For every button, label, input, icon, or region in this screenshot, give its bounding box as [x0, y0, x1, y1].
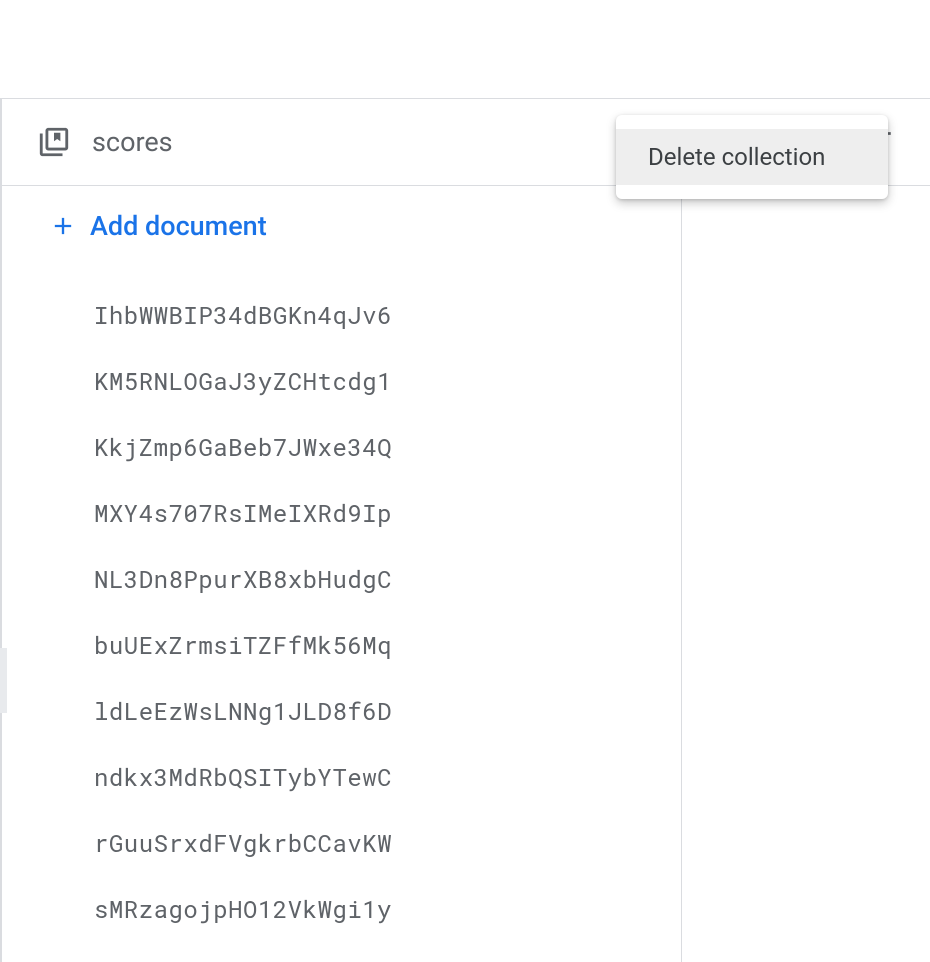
- top-spacer: [0, 0, 930, 98]
- document-item[interactable]: ldLeEzWsLNNg1JLD8f6D: [0, 678, 681, 744]
- content-row: Add document IhbWWBIP34dBGKn4qJv6 KM5RNL…: [0, 186, 930, 962]
- detail-panel: [682, 186, 930, 962]
- delete-collection-item[interactable]: Delete collection: [616, 129, 888, 185]
- documents-panel: Add document IhbWWBIP34dBGKn4qJv6 KM5RNL…: [0, 186, 682, 962]
- collection-icon: [36, 124, 72, 160]
- add-document-button[interactable]: Add document: [0, 186, 681, 266]
- document-item[interactable]: MXY4s707RsIMeIXRd9Ip: [0, 480, 681, 546]
- document-item[interactable]: ndkx3MdRbQSITybYTewC: [0, 744, 681, 810]
- overflow-menu: Delete collection: [616, 115, 888, 199]
- document-item[interactable]: NL3Dn8PpurXB8xbHudgC: [0, 546, 681, 612]
- document-item[interactable]: sMRzagojpHO12VkWgi1y: [0, 876, 681, 942]
- panel-left-border: [0, 99, 2, 962]
- document-list: IhbWWBIP34dBGKn4qJv6 KM5RNLOGaJ3yZCHtcdg…: [0, 266, 681, 942]
- document-item[interactable]: rGuuSrxdFVgkrbCCavKW: [0, 810, 681, 876]
- add-document-label: Add document: [90, 210, 267, 242]
- scroll-indicator: [0, 648, 7, 713]
- document-item[interactable]: IhbWWBIP34dBGKn4qJv6: [0, 282, 681, 348]
- document-item[interactable]: buUExZrmsiTZFfMk56Mq: [0, 612, 681, 678]
- plus-icon: [48, 211, 78, 241]
- document-item[interactable]: KM5RNLOGaJ3yZCHtcdg1: [0, 348, 681, 414]
- document-item[interactable]: KkjZmp6GaBeb7JWxe34Q: [0, 414, 681, 480]
